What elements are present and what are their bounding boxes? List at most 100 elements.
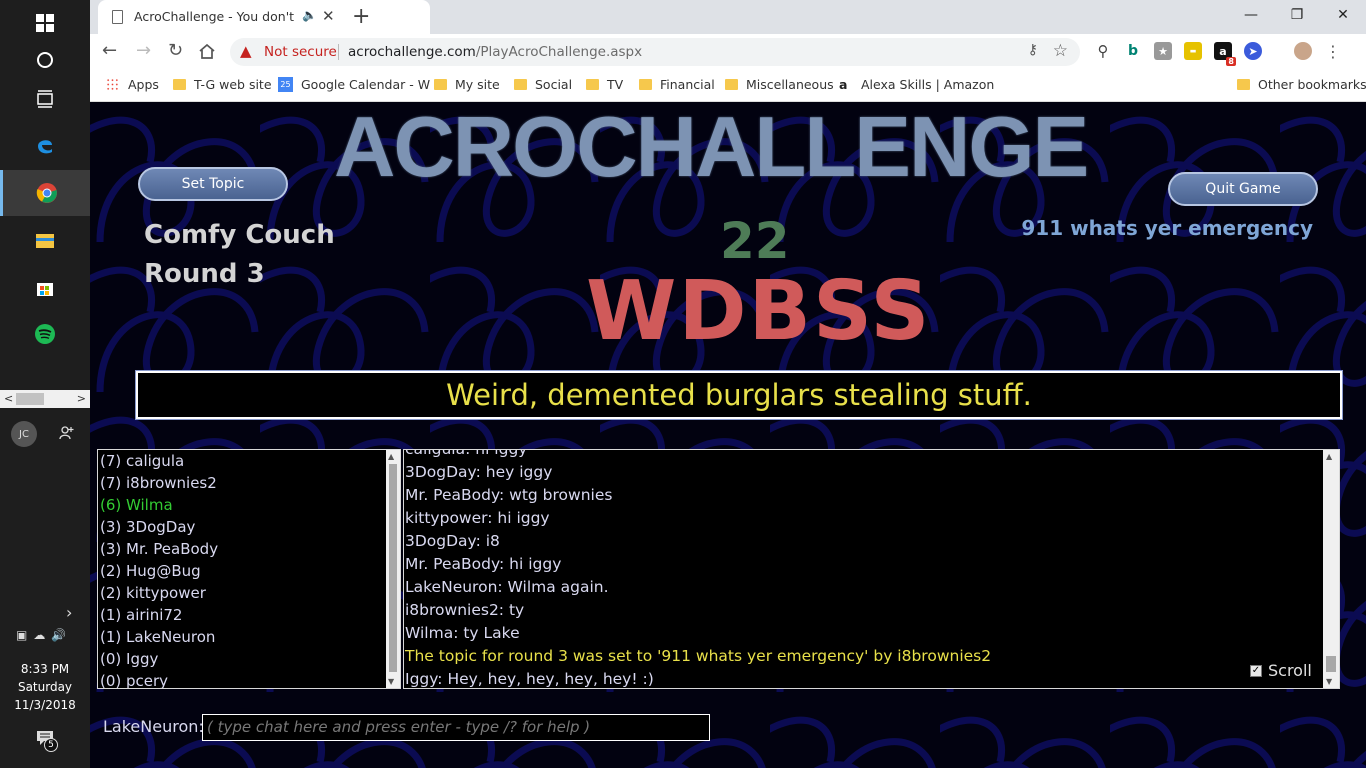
bookmark-alexa-skills[interactable]: a Alexa Skills | Amazon bbox=[839, 77, 994, 92]
chrome-taskbar-button[interactable] bbox=[0, 170, 90, 216]
url-text[interactable]: acrochallenge.com/PlayAcroChallenge.aspx bbox=[348, 44, 642, 60]
game-page: ACROCHALLENGE Set Topic Quit Game Comfy … bbox=[90, 102, 1366, 768]
extension-badge: 8 bbox=[1226, 57, 1236, 66]
restore-button[interactable]: ❐ bbox=[1274, 0, 1320, 30]
volume-icon[interactable]: 🔊 bbox=[51, 628, 66, 642]
scrollbar-thumb[interactable] bbox=[389, 464, 397, 672]
menu-kebab-icon[interactable]: ⋮ bbox=[1324, 42, 1342, 61]
scroll-checkbox[interactable]: ✓ bbox=[1250, 664, 1262, 677]
auto-scroll-toggle[interactable]: ✓ Scroll bbox=[1250, 661, 1312, 680]
amazon-icon: a bbox=[839, 77, 848, 92]
scroll-right-icon[interactable]: > bbox=[77, 392, 86, 405]
clock-date: 11/3/2018 bbox=[14, 698, 76, 712]
tab-strip: AcroChallenge - You don't ha 🔈 ✕ + — ❐ ✕ bbox=[90, 0, 1366, 34]
minimize-button[interactable]: — bbox=[1228, 0, 1274, 30]
bookmark-label: My site bbox=[455, 77, 500, 92]
player-list-scrollbar[interactable]: ▲ ▼ bbox=[386, 450, 400, 688]
bookmark-apps[interactable]: Apps bbox=[106, 77, 159, 92]
scroll-down-icon[interactable]: ▼ bbox=[1326, 677, 1332, 686]
bookmark-label: Financial bbox=[660, 77, 715, 92]
back-arrow-icon[interactable]: ← bbox=[102, 40, 117, 61]
network-icon[interactable]: ▣ bbox=[16, 628, 27, 642]
scroll-down-icon[interactable]: ▼ bbox=[388, 677, 394, 686]
scroll-up-icon[interactable]: ▲ bbox=[388, 452, 394, 461]
bookmark-label: TV bbox=[607, 77, 624, 92]
chat-message: Mr. PeaBody: hi iggy bbox=[405, 555, 562, 573]
chat-log[interactable]: caligula: hi iggy 3DogDay: hey iggy Mr. Pe… bbox=[403, 449, 1340, 689]
amazon-extension-icon[interactable]: a8 bbox=[1214, 42, 1236, 66]
tab-audio-icon[interactable]: 🔈 bbox=[302, 8, 317, 22]
action-center-button[interactable]: 5 bbox=[36, 730, 58, 752]
bookmark-label: Alexa Skills | Amazon bbox=[861, 77, 995, 92]
chat-message: LakeNeuron: Wilma again. bbox=[405, 578, 609, 596]
store-taskbar-button[interactable] bbox=[0, 264, 90, 310]
browser-tab-active[interactable]: AcroChallenge - You don't ha 🔈 ✕ bbox=[98, 0, 430, 34]
reload-icon[interactable]: ↻ bbox=[168, 40, 183, 61]
room-info: Comfy Couch Round 3 bbox=[144, 216, 335, 294]
taskbar-scrollbar[interactable]: < > bbox=[0, 390, 90, 408]
security-status[interactable]: Not secure bbox=[264, 44, 337, 60]
chat-scrollbar[interactable]: ▲ ▼ bbox=[1323, 450, 1339, 688]
tab-close-icon[interactable]: ✕ bbox=[322, 7, 335, 25]
set-topic-button[interactable]: Set Topic bbox=[138, 167, 288, 201]
warning-triangle-icon[interactable]: ▲ bbox=[240, 42, 252, 60]
home-icon[interactable] bbox=[198, 43, 216, 60]
clock-time: 8:33 PM bbox=[20, 662, 70, 676]
taskbar-clock[interactable]: 8:33 PM Saturday 11/3/2018 bbox=[0, 660, 90, 714]
bookmark-label: Apps bbox=[128, 77, 159, 92]
bookmark-tg-web-site[interactable]: T-G web site bbox=[173, 77, 272, 92]
chat-message: caligula: hi iggy bbox=[405, 449, 528, 458]
forward-arrow-icon[interactable]: → bbox=[136, 40, 151, 61]
profile-avatar-icon[interactable] bbox=[1294, 42, 1312, 60]
file-explorer-icon bbox=[36, 234, 54, 248]
bookmark-miscellaneous[interactable]: Miscellaneous bbox=[725, 77, 834, 92]
bookmark-social[interactable]: Social bbox=[514, 77, 572, 92]
cortana-circle-icon bbox=[37, 52, 53, 68]
scroll-left-icon[interactable]: < bbox=[4, 392, 13, 405]
people-icon[interactable] bbox=[57, 424, 75, 442]
room-name: Comfy Couch bbox=[144, 220, 335, 250]
extension-yellow-icon[interactable]: ▬ bbox=[1184, 42, 1202, 60]
player-list: (7) caligula (7) i8brownies2 (6) Wilma (3) … bbox=[98, 450, 400, 688]
scroll-up-icon[interactable]: ▲ bbox=[1326, 452, 1332, 461]
spotify-taskbar-button[interactable] bbox=[0, 311, 90, 357]
close-window-button[interactable]: ✕ bbox=[1320, 0, 1366, 30]
bookmark-tv[interactable]: TV bbox=[586, 77, 623, 92]
url-domain: acrochallenge.com bbox=[348, 44, 476, 60]
scrollbar-thumb[interactable] bbox=[1326, 656, 1336, 672]
edge-taskbar-button[interactable] bbox=[0, 122, 90, 168]
chat-input[interactable]: ( type chat here and press enter - type … bbox=[202, 714, 710, 741]
chat-messages: caligula: hi iggy 3DogDay: hey iggy Mr. Pe… bbox=[405, 449, 991, 688]
answer-text: Weird, demented burglars stealing stuff. bbox=[446, 378, 1032, 412]
folder-icon bbox=[639, 79, 652, 90]
onedrive-cloud-icon[interactable]: ☁ bbox=[33, 628, 45, 642]
player-row: (7) i8brownies2 bbox=[100, 474, 217, 492]
windows-logo-icon bbox=[36, 14, 54, 32]
bookmark-my-site[interactable]: My site bbox=[434, 77, 500, 92]
user-avatar[interactable]: JC bbox=[11, 421, 37, 447]
tab-title: AcroChallenge - You don't ha bbox=[134, 9, 298, 24]
bookmark-other-bookmarks[interactable]: Other bookmarks bbox=[1237, 77, 1366, 92]
address-bar[interactable]: ▲ Not secure acrochallenge.com/PlayAcroC… bbox=[230, 38, 1080, 66]
new-tab-button[interactable]: + bbox=[352, 4, 370, 29]
submitted-answer-box: Weird, demented burglars stealing stuff. bbox=[135, 370, 1343, 420]
file-explorer-taskbar-button[interactable] bbox=[0, 217, 90, 263]
spotify-icon bbox=[35, 324, 55, 344]
task-view-button[interactable] bbox=[0, 76, 90, 122]
bookmark-google-calendar[interactable]: 25 Google Calendar - W bbox=[278, 77, 430, 92]
bookmark-star-icon[interactable]: ☆ bbox=[1053, 41, 1068, 61]
round-topic: 911 whats yer emergency bbox=[1021, 216, 1313, 240]
extension-rocket-icon[interactable]: ➤ bbox=[1244, 42, 1262, 60]
bing-icon[interactable]: b bbox=[1124, 42, 1142, 60]
folder-icon bbox=[586, 79, 599, 90]
quit-game-button[interactable]: Quit Game bbox=[1168, 172, 1318, 206]
scrollbar-thumb[interactable] bbox=[16, 393, 44, 405]
chat-message: 3DogDay: i8 bbox=[405, 532, 500, 550]
bookmark-financial[interactable]: Financial bbox=[639, 77, 715, 92]
extension-puzzle-icon[interactable]: ★ bbox=[1154, 42, 1172, 60]
show-hidden-icons-chevron-icon[interactable]: › bbox=[66, 603, 72, 622]
player-row: (0) Iggy bbox=[100, 650, 159, 668]
password-key-icon[interactable]: ⚷ bbox=[1028, 42, 1038, 58]
player-scoreboard[interactable]: (7) caligula (7) i8brownies2 (6) Wilma (3) … bbox=[97, 449, 401, 689]
search-icon[interactable]: ⚲ bbox=[1094, 42, 1112, 60]
